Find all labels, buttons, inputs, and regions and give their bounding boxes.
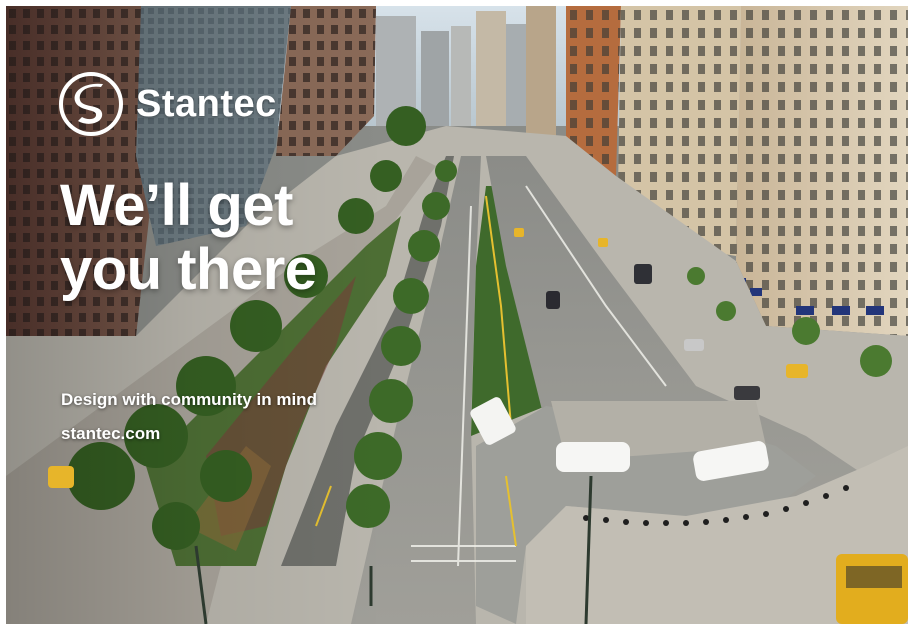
ad-frame: Stantec We’ll get you there Design with … <box>6 6 908 624</box>
city-street-photo <box>6 6 908 624</box>
